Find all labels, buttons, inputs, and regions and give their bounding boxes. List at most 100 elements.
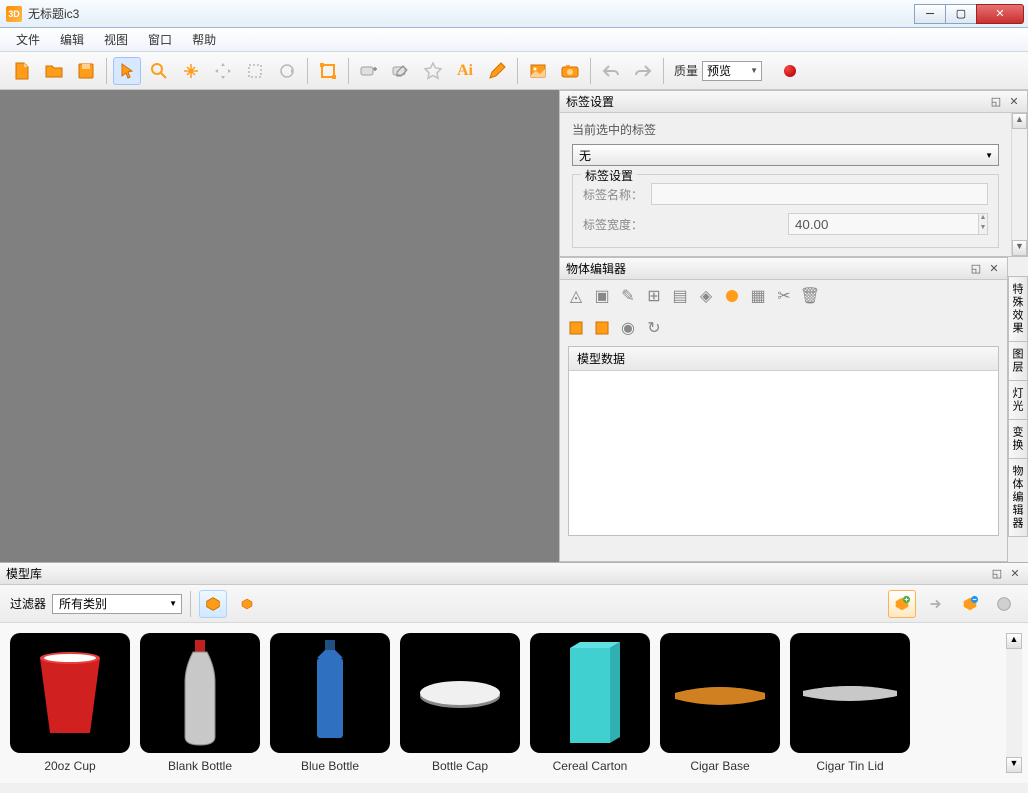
panel-title: 物体编辑器: [566, 260, 965, 277]
export-button[interactable]: [922, 590, 950, 618]
add-model-button[interactable]: [888, 590, 916, 618]
quality-label: 质量: [674, 62, 698, 79]
side-tabs: 特殊效果 图层 灯光 变换 物体编辑器: [1008, 276, 1028, 536]
model-thumb: [10, 633, 130, 753]
quality-select[interactable]: 预览: [702, 61, 762, 81]
undo-button[interactable]: [597, 57, 625, 85]
edit-label-button[interactable]: [387, 57, 415, 85]
current-label-text: 当前选中的标签: [572, 121, 999, 138]
label-name-input[interactable]: [651, 183, 988, 205]
model-thumb: [400, 633, 520, 753]
undock-icon[interactable]: ◱: [989, 95, 1003, 109]
right-panel-column: 标签设置 ◱ ✕ 当前选中的标签 无 标签设置 标签名称： 标签宽度：: [559, 90, 1028, 562]
model-caption: Bottle Cap: [400, 759, 520, 773]
menu-window[interactable]: 窗口: [140, 28, 180, 51]
oe-tool-12[interactable]: ↻: [644, 318, 664, 338]
model-caption: Cigar Tin Lid: [790, 759, 910, 773]
oe-tool-8[interactable]: ▦: [748, 286, 768, 306]
oe-tool-4[interactable]: ⊞: [644, 286, 664, 306]
panel-title: 标签设置: [566, 93, 985, 110]
menu-view[interactable]: 视图: [96, 28, 136, 51]
model-caption: 20oz Cup: [10, 759, 130, 773]
zoom-tool[interactable]: [145, 57, 173, 85]
filter-label: 过滤器: [10, 595, 46, 612]
close-icon[interactable]: ✕: [987, 262, 1001, 276]
model-caption: Blank Bottle: [140, 759, 260, 773]
bounds-tool[interactable]: [314, 57, 342, 85]
close-icon[interactable]: ✕: [1008, 567, 1022, 581]
oe-tool-7[interactable]: [722, 286, 742, 306]
model-thumb: [140, 633, 260, 753]
oe-cube-1[interactable]: [566, 318, 586, 338]
model-item[interactable]: Cereal Carton: [530, 633, 650, 773]
minimize-button[interactable]: ─: [914, 4, 946, 24]
menubar: 文件 编辑 视图 窗口 帮助: [0, 28, 1028, 52]
model-item[interactable]: Bottle Cap: [400, 633, 520, 773]
model-item[interactable]: Blank Bottle: [140, 633, 260, 773]
open-file-button[interactable]: [40, 57, 68, 85]
oe-tool-9[interactable]: ✂: [774, 286, 794, 306]
model-item[interactable]: Cigar Tin Lid: [790, 633, 910, 773]
ai-button[interactable]: Ai: [451, 57, 479, 85]
label-width-input[interactable]: [788, 213, 978, 235]
viewport-3d[interactable]: [0, 90, 559, 562]
filter-cube2-button[interactable]: [233, 590, 261, 618]
oe-tool-3[interactable]: ✎: [618, 286, 638, 306]
camera-button[interactable]: [556, 57, 584, 85]
close-icon[interactable]: ✕: [1007, 95, 1021, 109]
undock-icon[interactable]: ◱: [969, 262, 983, 276]
model-item[interactable]: Cigar Base: [660, 633, 780, 773]
filter-select[interactable]: 所有类别: [52, 594, 182, 614]
menu-edit[interactable]: 编辑: [52, 28, 92, 51]
sidetab-effects[interactable]: 特殊效果: [1008, 276, 1028, 342]
pointer-tool[interactable]: [113, 57, 141, 85]
pan-tool[interactable]: [177, 57, 205, 85]
titlebar: 3D 无标题ic3 ─ ▢ ✕: [0, 0, 1028, 28]
star-button[interactable]: [419, 57, 447, 85]
sidetab-lights[interactable]: 灯光: [1008, 380, 1028, 420]
maximize-button[interactable]: ▢: [945, 4, 977, 24]
filter-cube1-button[interactable]: [199, 590, 227, 618]
redo-button[interactable]: [629, 57, 657, 85]
image-button[interactable]: [524, 57, 552, 85]
model-thumb: [270, 633, 390, 753]
model-item[interactable]: Blue Bottle: [270, 633, 390, 773]
add-label-button[interactable]: [355, 57, 383, 85]
oe-cube-2[interactable]: [592, 318, 612, 338]
globe-button[interactable]: [990, 590, 1018, 618]
model-thumb: [790, 633, 910, 753]
pencil-button[interactable]: [483, 57, 511, 85]
oe-tool-2[interactable]: ▣: [592, 286, 612, 306]
sidetab-layers[interactable]: 图层: [1008, 341, 1028, 381]
save-button[interactable]: [72, 57, 100, 85]
move-tool[interactable]: [209, 57, 237, 85]
label-width-label: 标签宽度：: [583, 216, 780, 233]
sidetab-transform[interactable]: 变换: [1008, 419, 1028, 459]
oe-tool-6[interactable]: ◈: [696, 286, 716, 306]
model-item[interactable]: 20oz Cup: [10, 633, 130, 773]
rotate-tool[interactable]: [273, 57, 301, 85]
menu-help[interactable]: 帮助: [184, 28, 224, 51]
scale-tool[interactable]: [241, 57, 269, 85]
label-select[interactable]: 无: [572, 144, 999, 166]
record-indicator[interactable]: [784, 65, 796, 77]
import-model-button[interactable]: [956, 590, 984, 618]
oe-tool-1[interactable]: ◬: [566, 286, 586, 306]
menu-file[interactable]: 文件: [8, 28, 48, 51]
model-caption: Blue Bottle: [270, 759, 390, 773]
panel-scrollbar[interactable]: ▲▼: [1011, 113, 1027, 256]
object-editor-toolbar: ◬ ▣ ✎ ⊞ ▤ ◈ ▦ ✂ 🗑 ◉ ↻: [560, 280, 1007, 344]
model-thumbnails: 20oz Cup Blank Bottle Blue Bottle Bottle Ca…: [0, 623, 1028, 783]
oe-tool-11[interactable]: ◉: [618, 318, 638, 338]
fieldset-legend: 标签设置: [581, 167, 637, 184]
model-caption: Cereal Carton: [530, 759, 650, 773]
model-thumb: [660, 633, 780, 753]
label-settings-panel: 标签设置 ◱ ✕ 当前选中的标签 无 标签设置 标签名称： 标签宽度：: [559, 90, 1028, 257]
oe-tool-5[interactable]: ▤: [670, 286, 690, 306]
sidetab-object-editor[interactable]: 物体编辑器: [1008, 458, 1028, 537]
oe-tool-10[interactable]: 🗑: [800, 286, 820, 306]
close-button[interactable]: ✕: [976, 4, 1024, 24]
library-scrollbar[interactable]: ▲▼: [1006, 633, 1022, 773]
undock-icon[interactable]: ◱: [990, 567, 1004, 581]
new-file-button[interactable]: [8, 57, 36, 85]
